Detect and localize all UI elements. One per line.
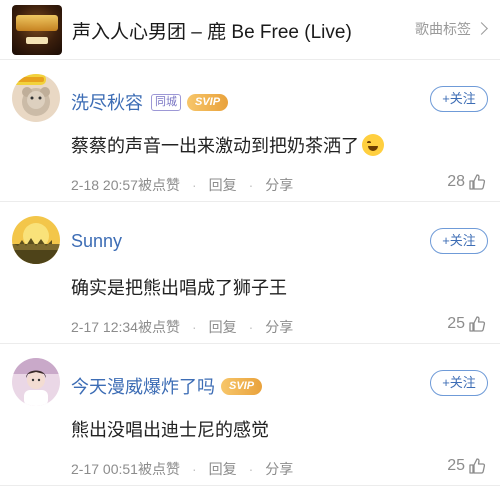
chevron-right-icon [475, 22, 488, 35]
username[interactable]: 今天漫威爆炸了吗 SVIP [71, 373, 263, 399]
like-button[interactable]: 25 [447, 315, 486, 333]
song-tag-label: 歌曲标签 [415, 21, 471, 37]
username[interactable]: Sunny [71, 231, 122, 252]
comment-date: 2-18 20:57 [71, 177, 138, 193]
username[interactable]: 洗尽秋容 同城 SVIP [71, 89, 229, 115]
song-tag-link[interactable]: 歌曲标签 [415, 19, 488, 39]
comment-text-body: 熊出没唱出迪士尼的感觉 [71, 420, 269, 440]
thumbs-up-icon [469, 174, 486, 190]
badge-svip: SVIP [221, 377, 263, 395]
laugh-cry-emoji-icon [362, 134, 384, 156]
meta-separator: · [191, 319, 197, 335]
comment-item: Sunny +关注 确实是把熊出唱成了狮子王 2-17 12:34被点赞 · 回复 ·… [0, 202, 500, 344]
follow-button[interactable]: +关注 [430, 228, 488, 254]
avatar[interactable] [12, 216, 60, 264]
share-button[interactable]: 分享 [265, 177, 293, 193]
avatar[interactable] [12, 358, 60, 406]
meta-separator: · [248, 461, 254, 477]
song-header: 声入人心男团 – 鹿 Be Free (Live) 歌曲标签 [0, 0, 500, 60]
comment-meta: 2-18 20:57被点赞 · 回复 · 分享 [71, 175, 293, 195]
like-button[interactable]: 28 [447, 173, 486, 191]
cover-art-banner [16, 15, 58, 31]
badge-svip: SVIP [187, 93, 229, 111]
like-count: 25 [447, 457, 465, 474]
reply-button[interactable]: 回复 [209, 177, 237, 193]
comment-date: 2-17 12:34 [71, 319, 138, 335]
meta-separator: · [191, 177, 197, 193]
reply-button[interactable]: 回复 [209, 461, 237, 477]
follow-button[interactable]: +关注 [430, 86, 488, 112]
share-button[interactable]: 分享 [265, 319, 293, 335]
comment-text-body: 蔡蔡的声音一出来激动到把奶茶洒了 [71, 136, 359, 156]
album-cover[interactable] [12, 5, 62, 55]
liked-by-label[interactable]: 被点赞 [138, 177, 180, 193]
badge-same-city: 同城 [151, 93, 181, 111]
thumbs-up-icon [469, 458, 486, 474]
follow-button[interactable]: +关注 [430, 370, 488, 396]
meta-separator: · [191, 461, 197, 477]
comment-date: 2-17 00:51 [71, 461, 138, 477]
comment-text: 确实是把熊出唱成了狮子王 [71, 274, 287, 300]
song-title[interactable]: 声入人心男团 – 鹿 Be Free (Live) [72, 17, 352, 44]
avatar[interactable] [12, 74, 60, 122]
cover-art-label [26, 37, 48, 44]
share-button[interactable]: 分享 [265, 461, 293, 477]
username-text: Sunny [71, 231, 123, 251]
like-count: 28 [447, 173, 465, 190]
comment-text: 蔡蔡的声音一出来激动到把奶茶洒了 [71, 132, 384, 158]
username-text: 洗尽秋容 [71, 93, 143, 113]
thumbs-up-icon [469, 316, 486, 332]
like-count: 25 [447, 315, 465, 332]
comment-meta: 2-17 12:34被点赞 · 回复 · 分享 [71, 317, 293, 337]
comment-text: 熊出没唱出迪士尼的感觉 [71, 416, 269, 442]
meta-separator: · [248, 177, 254, 193]
comment-item: 今天漫威爆炸了吗 SVIP +关注 熊出没唱出迪士尼的感觉 2-17 00:51… [0, 344, 500, 486]
meta-separator: · [248, 319, 254, 335]
liked-by-label[interactable]: 被点赞 [138, 319, 180, 335]
like-button[interactable]: 25 [447, 457, 486, 475]
username-text: 今天漫威爆炸了吗 [71, 377, 215, 397]
reply-button[interactable]: 回复 [209, 319, 237, 335]
comment-meta: 2-17 00:51被点赞 · 回复 · 分享 [71, 459, 293, 479]
comment-text-body: 确实是把熊出唱成了狮子王 [71, 278, 287, 298]
comment-item: 洗尽秋容 同城 SVIP +关注 蔡蔡的声音一出来激动到把奶茶洒了 2-18 2… [0, 60, 500, 202]
liked-by-label[interactable]: 被点赞 [138, 461, 180, 477]
